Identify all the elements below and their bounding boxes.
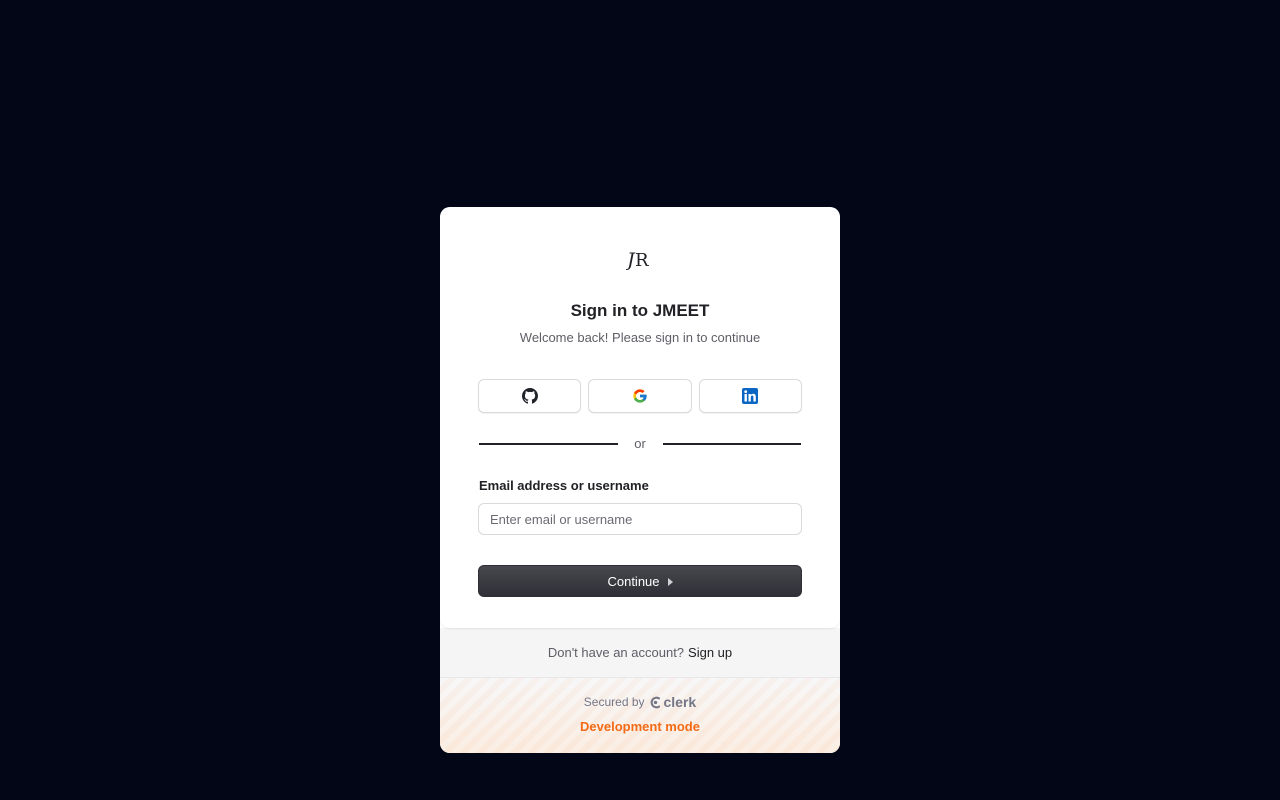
dev-mode-banner: Secured by clerk Development mode <box>440 678 840 753</box>
jr-logo-icon: J R <box>626 249 649 271</box>
secured-by-text: Secured by <box>583 695 645 709</box>
google-signin-button[interactable] <box>588 379 692 413</box>
sign-in-card: J R Sign in to JMEET Welcome back! Pleas… <box>440 207 840 753</box>
or-divider: or <box>479 436 801 452</box>
no-account-text: Don't have an account? <box>547 645 685 660</box>
caret-right-icon <box>667 577 673 586</box>
divider-text: or <box>634 436 646 451</box>
social-buttons-row <box>478 379 802 413</box>
linkedin-icon <box>742 388 759 404</box>
signup-link[interactable]: Sign up <box>688 645 732 660</box>
linkedin-signin-button[interactable] <box>698 379 802 413</box>
email-field[interactable] <box>478 503 802 535</box>
signup-row: Don't have an account? Sign up <box>440 628 840 678</box>
github-icon <box>521 388 538 404</box>
clerk-logo[interactable]: clerk <box>649 694 697 710</box>
card-footer: Don't have an account? Sign up Secured b… <box>440 628 840 753</box>
continue-button-label: Continue <box>607 573 660 589</box>
google-icon <box>633 389 647 403</box>
development-mode-label: Development mode <box>580 719 700 734</box>
sign-in-card-main: J R Sign in to JMEET Welcome back! Pleas… <box>440 207 840 628</box>
email-field-label: Email address or username <box>479 478 649 493</box>
app-logo: J R <box>624 245 656 273</box>
divider-line-left <box>479 443 618 445</box>
page-subtitle: Welcome back! Please sign in to continue <box>519 330 761 345</box>
page-title: Sign in to JMEET <box>570 301 710 320</box>
clerk-brand-text: clerk <box>663 694 697 710</box>
github-signin-button[interactable] <box>478 379 582 413</box>
secured-by-row: Secured by clerk <box>440 694 840 710</box>
clerk-logo-icon <box>650 696 660 708</box>
page-background: J R Sign in to JMEET Welcome back! Pleas… <box>0 0 1280 800</box>
svg-text:R: R <box>635 250 649 271</box>
continue-button[interactable]: Continue <box>478 565 802 597</box>
divider-line-right <box>662 443 801 445</box>
